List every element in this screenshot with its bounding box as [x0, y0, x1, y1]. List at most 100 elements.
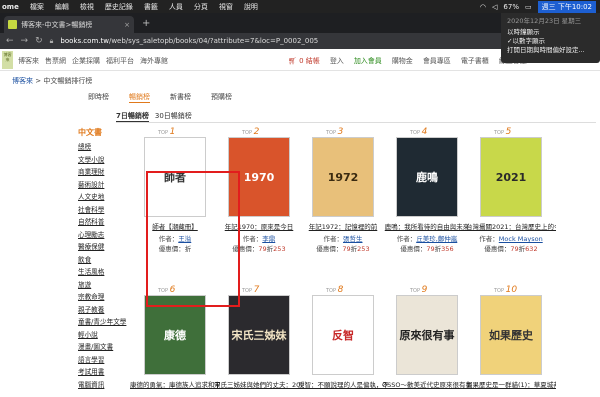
breadcrumb-home[interactable]: 博客來	[12, 77, 33, 85]
sidebar-item[interactable]: 醫療保健	[78, 241, 114, 254]
menu-history[interactable]: 歷史記錄	[105, 2, 133, 12]
menu-help[interactable]: 說明	[244, 2, 258, 12]
url-field[interactable]: books.com.tw/web/sys_saletopb/books/04/?…	[60, 37, 318, 45]
menu-people[interactable]: 人員	[169, 2, 183, 12]
volume-icon[interactable]: ◁	[492, 3, 497, 11]
book-cover[interactable]: 如果歷史	[480, 295, 542, 375]
rank-badge: TOP 1	[158, 127, 175, 137]
sidebar-item[interactable]: 飲食	[78, 254, 114, 267]
book-cover[interactable]: 鹿鳴	[396, 137, 458, 217]
book-title-link[interactable]: 年記1972：記憶裡的前	[298, 221, 388, 231]
sidebar-item[interactable]: 商業理財	[78, 166, 114, 179]
sidebar-item[interactable]: 童書/青少年文學	[78, 316, 126, 329]
sidebar-item[interactable]: 人文史地	[78, 191, 114, 204]
nav-enterprise[interactable]: 企業採購	[72, 56, 100, 66]
tab-realtime[interactable]: 即時榜	[88, 92, 109, 103]
sidebar-item[interactable]: 文學小說	[78, 154, 114, 167]
new-tab-button[interactable]: +	[142, 18, 150, 29]
site-logo[interactable]: 博客來	[2, 51, 13, 69]
author-label: 作者：	[396, 235, 417, 243]
sidebar-title: 中文書	[78, 128, 102, 137]
link-ebook-shelf[interactable]: 電子書櫃	[461, 56, 489, 66]
join-member-link[interactable]: 加入會員	[354, 56, 382, 66]
forward-icon[interactable]: →	[21, 36, 29, 46]
reload-icon[interactable]: ↻	[35, 36, 43, 46]
battery-percent[interactable]: 67%	[503, 3, 519, 11]
sidebar-item[interactable]: 藝術設計	[78, 179, 114, 192]
price-line: 優惠價：79折632	[466, 243, 556, 253]
menu-bookmarks[interactable]: 書籤	[144, 2, 158, 12]
sidebar-item[interactable]: 生活風格	[78, 266, 114, 279]
clock-dropdown-menu: 2020年12月23日 星期三 以時鐘顯示 ✓以數字顯示 打開日期與時間偏好設定…	[501, 13, 600, 63]
sidebar-item[interactable]: 旅遊	[78, 279, 114, 292]
book-title-link[interactable]: 鹿鳴：我所看待的自由與未來	[382, 221, 472, 231]
sidebar-item[interactable]: 考試用書	[78, 366, 114, 379]
price-line: 優惠價：79折356	[382, 243, 472, 253]
sidebar-item[interactable]: 漫畫/圖文書	[78, 341, 114, 354]
sidebar-item[interactable]: 總榜	[78, 141, 114, 154]
clock-option-analog[interactable]: 以時鐘顯示	[507, 28, 594, 37]
author-link[interactable]: 李鼎	[262, 235, 275, 243]
cover-title: 宋氏三姊妹	[231, 329, 287, 342]
menu-edit[interactable]: 編輯	[55, 2, 69, 12]
rank-number: 4	[421, 127, 428, 137]
back-icon[interactable]: ←	[6, 36, 14, 46]
sidebar-item[interactable]: 宗教命理	[78, 291, 114, 304]
tab-preorder[interactable]: 預購榜	[211, 92, 232, 103]
sidebar-item[interactable]: 社會科學	[78, 204, 114, 217]
book-cover[interactable]: 原來很有事	[396, 295, 458, 375]
login-link[interactable]: 登入	[330, 56, 344, 66]
nav-benefits[interactable]: 福利平台	[106, 56, 134, 66]
rank-badge: TOP 8	[326, 285, 343, 295]
book-cover[interactable]: 康德	[144, 295, 206, 375]
book-cover[interactable]: 反智	[312, 295, 374, 375]
menu-tab[interactable]: 分頁	[194, 2, 208, 12]
battery-icon[interactable]: ▭	[525, 3, 532, 11]
clock-option-preferences[interactable]: 打開日期與時間偏好設定...	[507, 46, 594, 55]
rank-number: 9	[421, 285, 428, 295]
menubar-clock[interactable]: 週三 下午10:02	[537, 0, 596, 13]
author-link[interactable]: Mock Mayson	[499, 235, 543, 243]
sidebar-item[interactable]: 輕小說	[78, 329, 114, 342]
rank-number: 7	[253, 285, 260, 295]
nav-overseas[interactable]: 海外專館	[140, 56, 168, 66]
web-page: 博客來 博客來 售票網 企業採購 福利平台 海外專館 🛒︎ 0 結帳 登入 加入…	[0, 49, 600, 397]
tab-new-books[interactable]: 新書榜	[170, 92, 191, 103]
sidebar-item[interactable]: 語言學習	[78, 354, 114, 367]
app-menu[interactable]: ome	[2, 3, 19, 11]
discount-value: 79	[510, 245, 519, 253]
sidebar-item[interactable]: 自然科普	[78, 216, 114, 229]
sidebar-item[interactable]: 心理勵志	[78, 229, 114, 242]
sidebar-item[interactable]: 親子教養	[78, 304, 114, 317]
tabs-divider	[116, 122, 596, 123]
menu-view[interactable]: 檢視	[80, 2, 94, 12]
book-title-link[interactable]: 康德的勇氣：庫德族人追求和平與獨立的故	[130, 379, 220, 389]
lock-icon[interactable]: 🔒︎	[50, 37, 54, 46]
tab-close-icon[interactable]: ×	[124, 21, 130, 29]
cart-label: 0 結帳	[299, 57, 320, 65]
nav-books[interactable]: 博客來	[18, 56, 39, 66]
book-title-link[interactable]: OSSO～歡美近代史原來很有事	[382, 379, 472, 389]
link-member-zone[interactable]: 會員專區	[423, 56, 451, 66]
book-cover[interactable]: 1972	[312, 137, 374, 217]
cart-link[interactable]: 🛒︎ 0 結帳	[288, 56, 320, 66]
book-title-link[interactable]: 反智：不願說理的人是偏執，不會說理的	[298, 379, 388, 389]
clock-option-digital[interactable]: ✓以數字顯示	[507, 37, 594, 46]
wifi-icon[interactable]: ◠	[480, 3, 486, 11]
book-title-link[interactable]: 如果歷史是一群貓(1)：華夏城邦【超級漫畫	[466, 379, 556, 389]
menu-file[interactable]: 檔案	[30, 2, 44, 12]
author-link[interactable]: 張哲生	[343, 235, 363, 243]
tab-bestseller[interactable]: 暢銷榜	[129, 92, 150, 103]
link-shopping-credit[interactable]: 購物金	[392, 56, 413, 66]
rank-top-label: TOP	[410, 130, 421, 136]
book-cover[interactable]: 宋氏三姊妹	[228, 295, 290, 375]
sidebar-item[interactable]: 電腦資訊	[78, 379, 114, 392]
nav-tickets[interactable]: 售票網	[45, 56, 66, 66]
menu-window[interactable]: 視窗	[219, 2, 233, 12]
book-cover[interactable]: 2021	[480, 137, 542, 217]
price-label: 優惠價：	[316, 245, 343, 253]
book-title-link[interactable]: 宋氏三姊妹與她們的丈夫：20世紀三女性	[214, 379, 304, 389]
author-link[interactable]: 丘美珍,鄭仲嵐	[416, 235, 457, 243]
book-title-link[interactable]: 台灣攝關2021：台灣歷史上的今天	[466, 221, 556, 231]
browser-tab-active[interactable]: 博客來-中文書>暢銷榜 ×	[4, 16, 134, 33]
